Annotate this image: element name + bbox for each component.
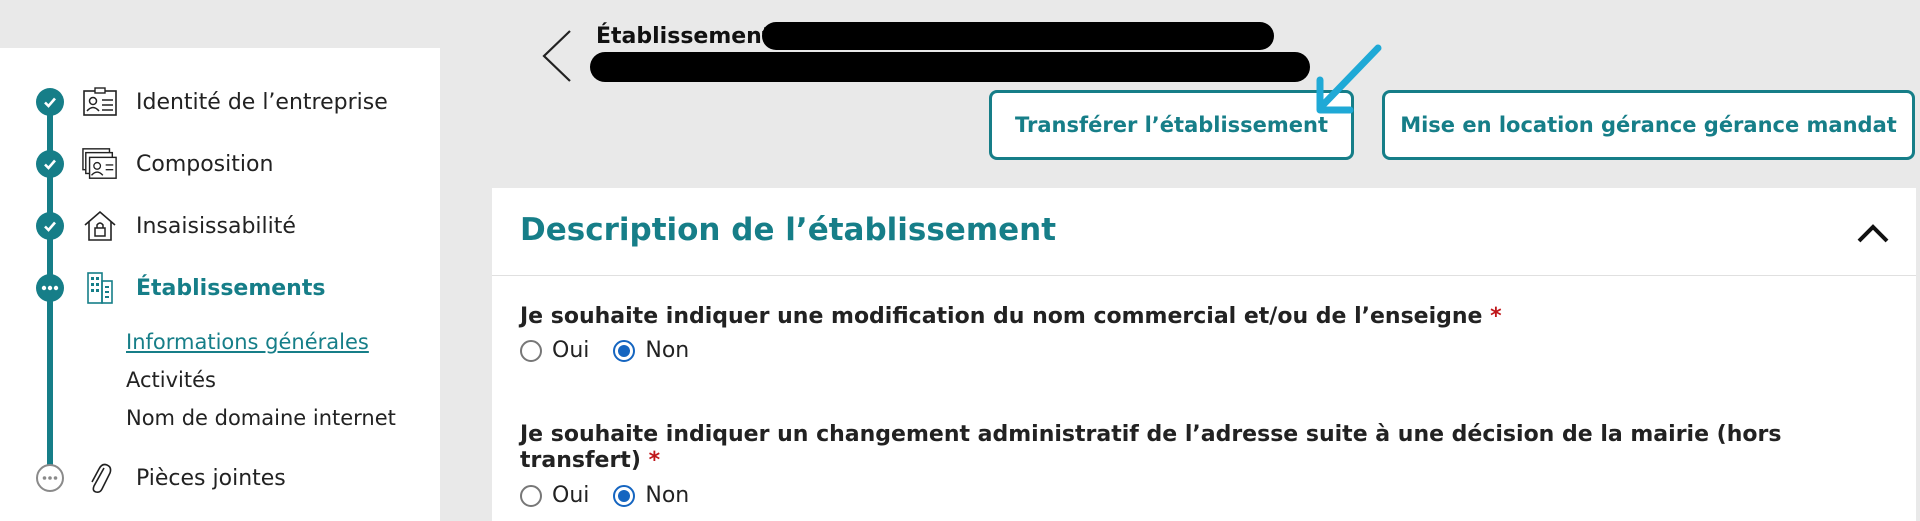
question-changement-adresse: Je souhaite indiquer un changement admin… <box>520 422 1800 474</box>
question-text: Je souhaite indiquer un changement admin… <box>520 422 1782 473</box>
substep-activites[interactable]: Activités <box>126 368 216 392</box>
redaction-mark <box>762 22 1274 50</box>
question-nom-commercial: Je souhaite indiquer une modification du… <box>520 304 1800 330</box>
radio-label: Oui <box>552 483 590 508</box>
progress-sidebar: Identité de l’entreprise Composition Ins… <box>0 48 440 521</box>
paperclip-icon <box>82 460 118 496</box>
check-icon <box>36 150 64 178</box>
in-progress-icon <box>36 274 64 302</box>
radio-non[interactable] <box>613 339 636 362</box>
pending-icon <box>36 464 64 492</box>
required-mark: * <box>648 448 661 473</box>
people-cards-icon <box>82 146 118 182</box>
question-text: Je souhaite indiquer une modification du… <box>520 304 1483 329</box>
radio-group-nom-commercial: Oui Non <box>520 338 703 363</box>
annotation-arrow-icon <box>1316 44 1382 114</box>
sidebar-step-identite[interactable]: Identité de l’entreprise <box>0 82 440 122</box>
redaction-mark <box>590 52 1310 82</box>
section-title: Description de l’établissement <box>520 212 1057 248</box>
check-icon <box>36 88 64 116</box>
page-title: Établissement - <box>596 24 790 49</box>
back-chevron-icon[interactable] <box>538 28 578 84</box>
sidebar-step-pieces-jointes[interactable]: Pièces jointes <box>0 458 440 498</box>
check-icon <box>36 212 64 240</box>
radio-label: Non <box>645 338 690 363</box>
radio-group-changement-adresse: Oui Non <box>520 483 703 508</box>
sidebar-step-label: Identité de l’entreprise <box>136 89 388 115</box>
sidebar-step-composition[interactable]: Composition <box>0 144 440 184</box>
sidebar-step-etablissements[interactable]: Établissements <box>0 268 440 308</box>
radio-oui[interactable] <box>520 484 542 507</box>
rental-management-button[interactable]: Mise en location gérance gérance mandat <box>1382 90 1915 160</box>
sidebar-step-insaisissabilite[interactable]: Insaisissabilité <box>0 206 440 246</box>
radio-non[interactable] <box>613 484 636 507</box>
description-section: Description de l’établissement Je souhai… <box>492 188 1916 521</box>
radio-label: Non <box>645 483 690 508</box>
id-card-icon <box>82 84 118 120</box>
sidebar-step-label: Insaisissabilité <box>136 213 296 239</box>
section-header[interactable]: Description de l’établissement <box>492 188 1916 276</box>
required-mark: * <box>1490 304 1502 329</box>
substep-nom-domaine[interactable]: Nom de domaine internet <box>126 406 396 430</box>
substep-informations-generales[interactable]: Informations générales <box>126 330 369 354</box>
radio-label: Oui <box>552 338 590 363</box>
sidebar-step-label: Composition <box>136 151 274 177</box>
sidebar-step-label: Établissements <box>136 275 326 301</box>
house-lock-icon <box>82 208 118 244</box>
building-icon <box>82 270 118 306</box>
sidebar-step-label: Pièces jointes <box>136 465 286 491</box>
chevron-up-icon[interactable] <box>1856 222 1890 244</box>
radio-oui[interactable] <box>520 339 542 362</box>
